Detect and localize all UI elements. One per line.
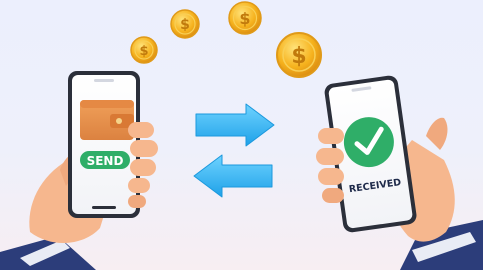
send-label: SEND [87,154,124,168]
send-button[interactable]: SEND [80,151,130,169]
wallet-icon [80,100,134,140]
left-hand-phone: SEND [0,71,158,270]
arrow-left-icon [193,154,273,198]
dollar-coin-icon: $ [291,44,306,69]
right-hand-phone: RECEIVED [316,75,483,270]
dollar-coin-icon: $ [139,44,148,59]
coin-medium: $ [228,1,262,35]
dollar-coin-icon: $ [180,17,190,33]
coin-small-2: $ [170,9,200,39]
money-transfer-illustration: $ $ $ $ SEND RECEIVED [0,1,483,270]
coin-small-1: $ [130,36,158,64]
arrow-right-icon [195,103,275,147]
dollar-coin-icon: $ [239,9,250,28]
home-indicator [92,206,116,209]
coin-large: $ [276,32,322,78]
